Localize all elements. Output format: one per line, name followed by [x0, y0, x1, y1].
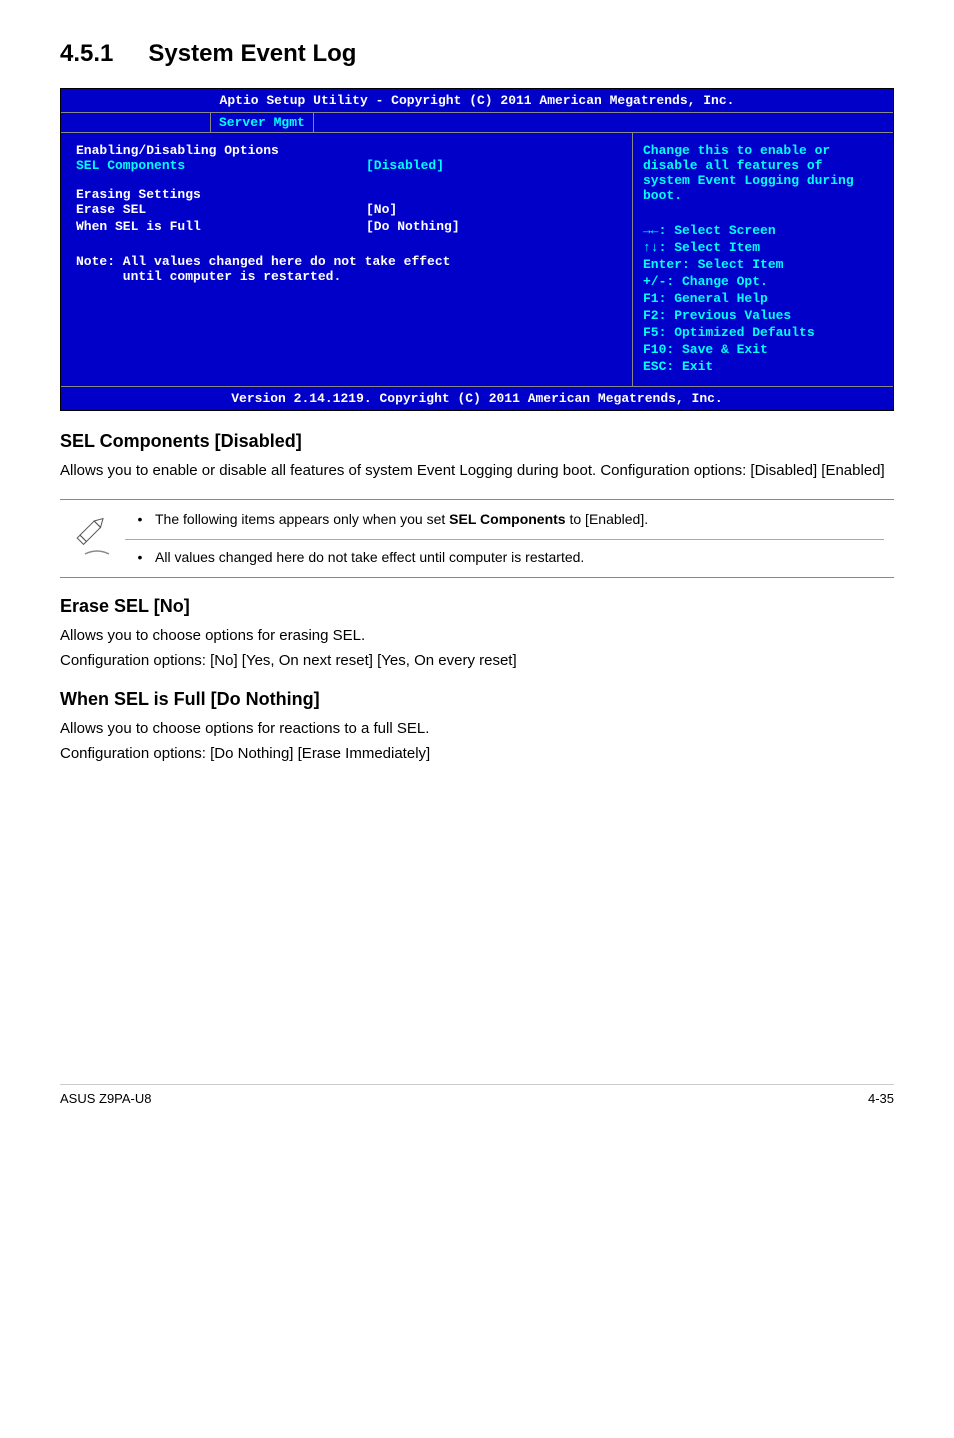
nav-select-item: ↑↓: Select Item	[643, 240, 883, 255]
note-content: • The following items appears only when …	[125, 510, 884, 567]
erase-sel-value: [No]	[366, 202, 397, 217]
para-when-full-a: Allows you to choose options for reactio…	[60, 718, 894, 739]
footer-product: ASUS Z9PA-U8	[60, 1091, 152, 1106]
bios-screen: Aptio Setup Utility - Copyright (C) 2011…	[60, 88, 894, 411]
page-footer: ASUS Z9PA-U8 4-35	[60, 1084, 894, 1106]
bios-tab-spacer	[61, 113, 211, 132]
footer-page-number: 4-35	[868, 1091, 894, 1106]
bios-note-line1: Note: All values changed here do not tak…	[76, 254, 617, 269]
group-erasing-title: Erasing Settings	[76, 187, 617, 202]
bios-tab-row: Server Mgmt	[61, 113, 893, 133]
sel-components-label: SEL Components	[76, 158, 366, 173]
when-full-label: When SEL is Full	[76, 219, 366, 234]
note-box: • The following items appears only when …	[60, 499, 894, 578]
heading-when-full: When SEL is Full [Do Nothing]	[60, 689, 894, 710]
note-bullet-2: • All values changed here do not take ef…	[125, 548, 884, 567]
nav-previous-values: F2: Previous Values	[643, 308, 883, 323]
bios-note-line2: until computer is restarted.	[76, 269, 617, 284]
group-enabling-title: Enabling/Disabling Options	[76, 143, 617, 158]
sel-components-row[interactable]: SEL Components [Disabled]	[76, 158, 617, 173]
when-full-row[interactable]: When SEL is Full [Do Nothing]	[76, 219, 617, 234]
section-title: 4.5.1 System Event Log	[60, 40, 894, 68]
bios-right-panel: Change this to enable or disable all fea…	[633, 133, 893, 386]
para-erase-sel-b: Configuration options: [No] [Yes, On nex…	[60, 650, 894, 671]
note-bullet-1: • The following items appears only when …	[125, 510, 884, 529]
sel-components-value: [Disabled]	[366, 158, 444, 173]
help-line: boot.	[643, 188, 883, 203]
nav-save-exit: F10: Save & Exit	[643, 342, 883, 357]
section-number: 4.5.1	[60, 40, 113, 68]
para-erase-sel-a: Allows you to choose options for erasing…	[60, 625, 894, 646]
bios-body: Enabling/Disabling Options SEL Component…	[61, 133, 893, 386]
erase-sel-row[interactable]: Erase SEL [No]	[76, 202, 617, 217]
heading-sel-components: SEL Components [Disabled]	[60, 431, 894, 452]
nav-select-screen: →←: Select Screen	[643, 223, 883, 238]
nav-optimized-defaults: F5: Optimized Defaults	[643, 325, 883, 340]
help-line: Change this to enable or	[643, 143, 883, 158]
help-line: system Event Logging during	[643, 173, 883, 188]
heading-erase-sel: Erase SEL [No]	[60, 596, 894, 617]
erase-sel-label: Erase SEL	[76, 202, 366, 217]
help-line: disable all features of	[643, 158, 883, 173]
bios-tab-server-mgmt[interactable]: Server Mgmt	[211, 113, 314, 132]
para-sel-components: Allows you to enable or disable all feat…	[60, 460, 894, 481]
section-name: System Event Log	[148, 40, 356, 67]
pencil-icon	[70, 516, 125, 561]
bios-header: Aptio Setup Utility - Copyright (C) 2011…	[61, 89, 893, 113]
bullet-dot: •	[125, 510, 155, 529]
nav-change-opt: +/-: Change Opt.	[643, 274, 883, 289]
note-divider	[125, 539, 884, 540]
nav-esc-exit: ESC: Exit	[643, 359, 883, 374]
when-full-value: [Do Nothing]	[366, 219, 460, 234]
bullet-dot: •	[125, 548, 155, 567]
nav-enter: Enter: Select Item	[643, 257, 883, 272]
bios-note: Note: All values changed here do not tak…	[76, 254, 617, 284]
nav-general-help: F1: General Help	[643, 291, 883, 306]
bios-left-panel: Enabling/Disabling Options SEL Component…	[61, 133, 633, 386]
para-when-full-b: Configuration options: [Do Nothing] [Era…	[60, 743, 894, 764]
bios-nav-help: →←: Select Screen ↑↓: Select Item Enter:…	[643, 223, 883, 374]
bios-footer: Version 2.14.1219. Copyright (C) 2011 Am…	[61, 386, 893, 410]
note-text-2: All values changed here do not take effe…	[155, 548, 584, 567]
note-text-1: The following items appears only when yo…	[155, 510, 648, 529]
